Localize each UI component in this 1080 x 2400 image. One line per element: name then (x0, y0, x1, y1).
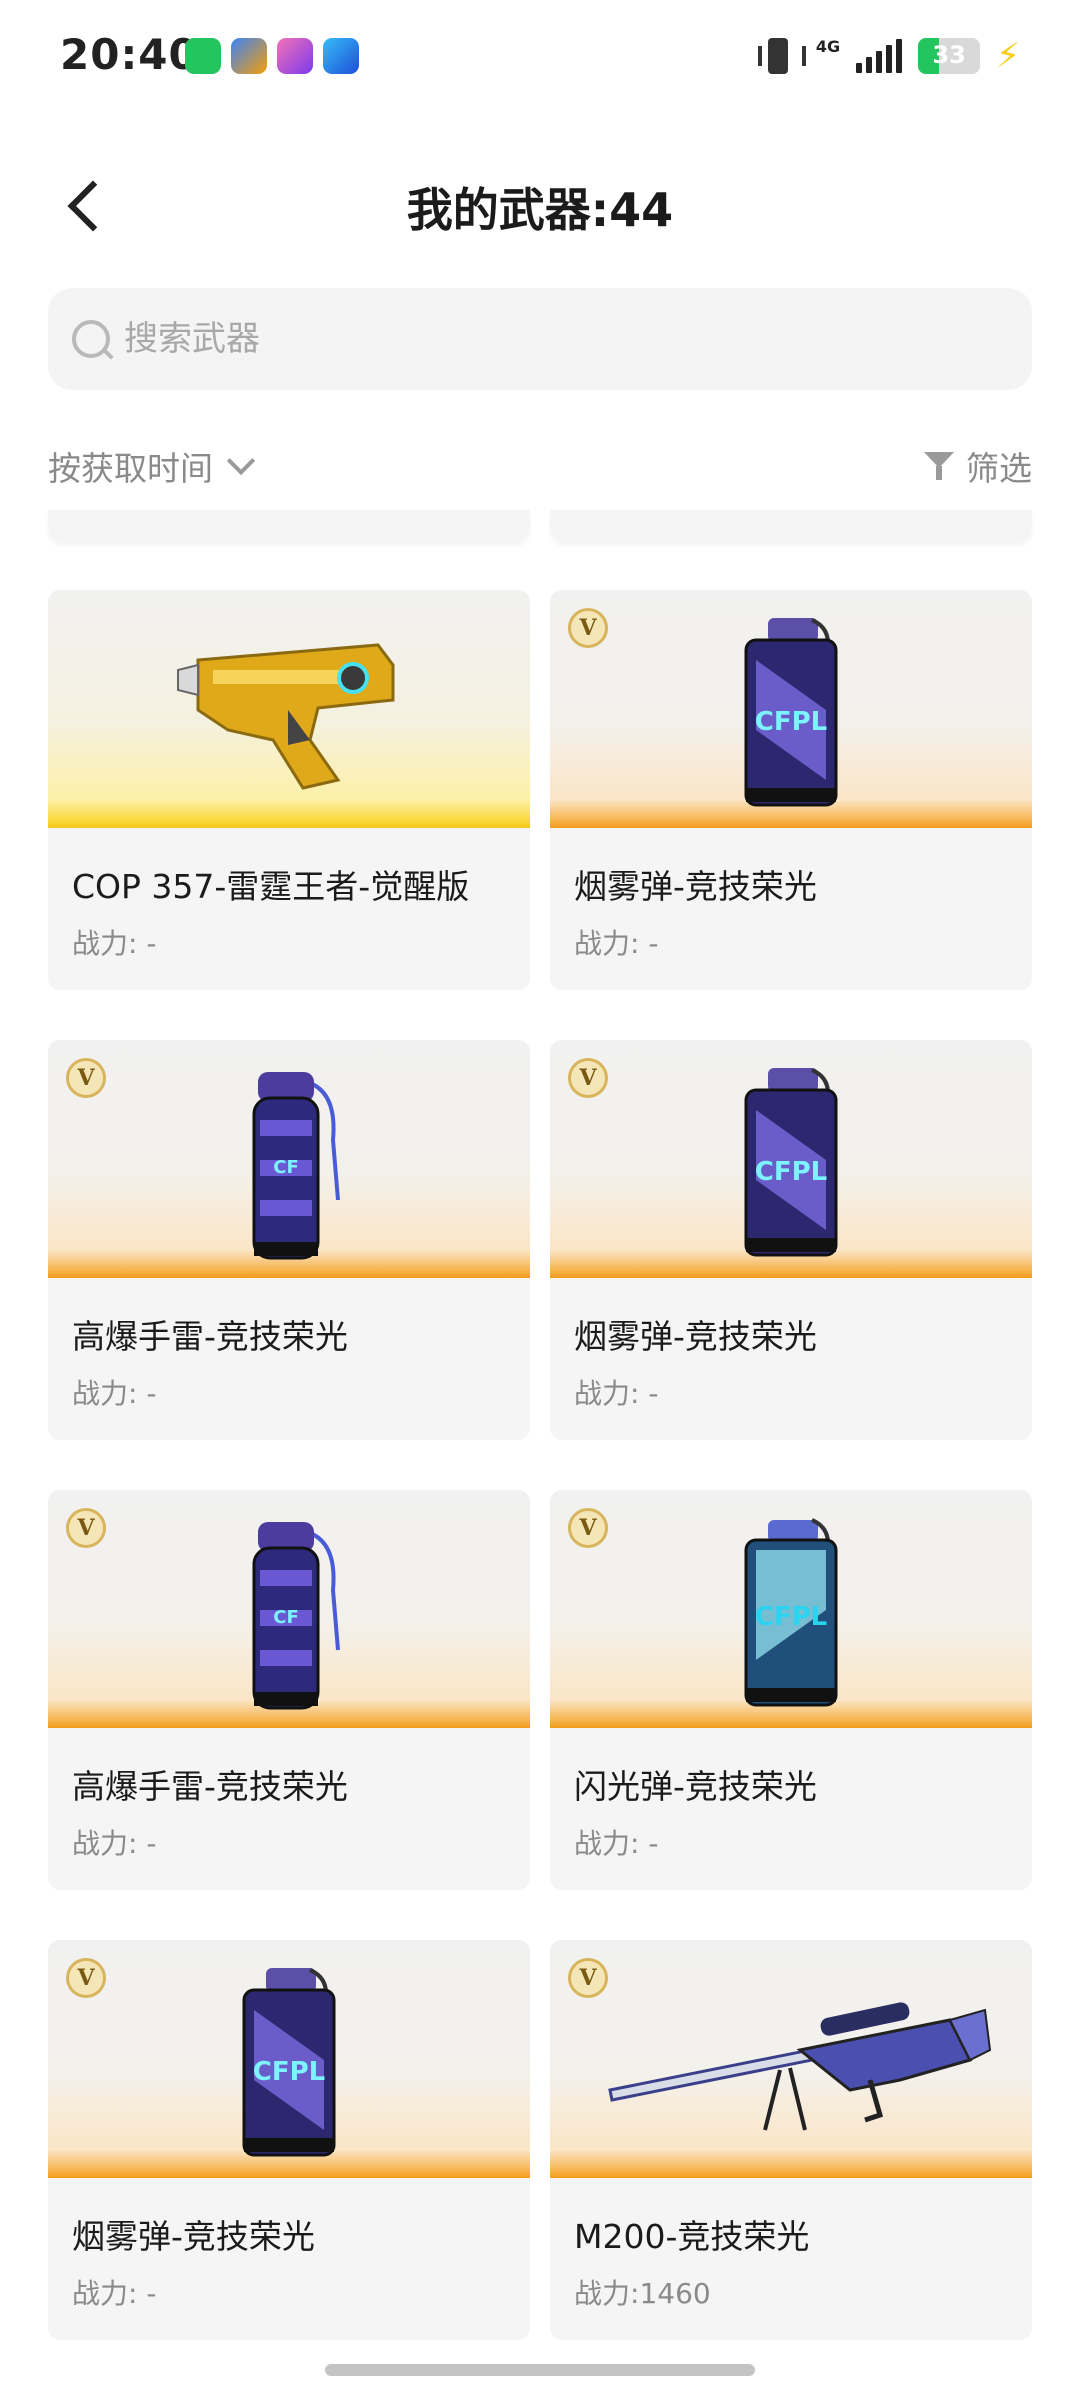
weapon-power: 战力: - (574, 927, 659, 960)
filter-icon (924, 450, 958, 482)
vip-badge-icon: V (568, 608, 608, 648)
game-app-icon (277, 38, 313, 74)
weapon-card[interactable]: CFPL V 闪光弹-竞技荣光 战力: - (550, 1490, 1032, 1890)
weapon-card[interactable]: CF V 高爆手雷-竞技荣光 战力: - (48, 1040, 530, 1440)
filter-button[interactable]: 筛选 (924, 440, 1032, 492)
pistol-gold-icon (177, 643, 395, 790)
vip-badge-icon: V (66, 1958, 106, 1998)
svg-text:CF: CF (273, 1157, 299, 1178)
weapon-power: 战力: - (72, 927, 157, 960)
weapon-card[interactable]: CFPL V 烟雾弹-竞技荣光 战力: - (550, 590, 1032, 990)
svg-text:CFPL: CFPL (253, 2057, 325, 2087)
system-status: 4G 33 ⚡ (756, 36, 1020, 76)
status-time: 20:40 (60, 30, 199, 79)
filter-label: 筛选 (966, 449, 1032, 488)
app-notification-icon (231, 38, 267, 74)
sniper-rifle-icon (608, 2002, 992, 2131)
battery-level: 33 (932, 41, 966, 69)
weapon-name: 高爆手雷-竞技荣光 (72, 1767, 348, 1806)
weapon-card-partial[interactable] (48, 510, 530, 542)
frag-grenade-icon: CF (252, 1522, 340, 1710)
weapon-power: 战力: - (72, 1377, 157, 1410)
battery-icon: 33 (918, 38, 981, 74)
weapon-image: CFPL V (550, 1040, 1032, 1278)
signal-icon (856, 39, 903, 73)
weapon-name: 烟雾弹-竞技荣光 (72, 2217, 315, 2256)
weapon-image (48, 590, 530, 828)
smoke-grenade-icon: CFPL (744, 618, 838, 807)
weapon-card[interactable]: COP 357-雷霆王者-觉醒版 战力: - (48, 590, 530, 990)
frag-grenade-icon: CF (252, 1072, 340, 1260)
weapon-card[interactable]: V M200-竞技荣光 战力:1460 (550, 1940, 1032, 2340)
wechat-icon (185, 38, 221, 74)
weapon-image: CF V (48, 1040, 530, 1278)
weapon-card-partial[interactable] (550, 510, 1032, 542)
svg-text:CFPL: CFPL (755, 1602, 827, 1632)
weapon-name: COP 357-雷霆王者-觉醒版 (72, 867, 470, 906)
weapon-name: 烟雾弹-竞技荣光 (574, 1317, 817, 1356)
weapon-power: 战力: - (72, 1827, 157, 1860)
svg-text:CFPL: CFPL (755, 707, 827, 737)
search-box[interactable] (48, 288, 1032, 390)
weapon-power: 战力: - (72, 2277, 157, 2310)
svg-text:CFPL: CFPL (755, 1157, 827, 1187)
weapon-image: CFPL V (550, 1490, 1032, 1728)
vip-badge-icon: V (568, 1058, 608, 1098)
weapon-name: 闪光弹-竞技荣光 (574, 1767, 817, 1806)
sort-label: 按获取时间 (48, 449, 213, 488)
header: 我的武器:44 (0, 150, 1080, 260)
search-icon (72, 320, 110, 358)
sort-dropdown[interactable]: 按获取时间 (48, 440, 256, 492)
page-title: 我的武器:44 (406, 183, 674, 237)
weapon-image: CF V (48, 1490, 530, 1728)
status-bar: 20:40 4G 33 ⚡ (0, 0, 1080, 110)
weapon-image: V (550, 1940, 1032, 2178)
weapon-power: 战力:1460 (574, 2277, 711, 2310)
chevron-down-icon (226, 446, 256, 476)
vip-badge-icon: V (66, 1508, 106, 1548)
messenger-icon (323, 38, 359, 74)
weapon-card[interactable]: CFPL V 烟雾弹-竞技荣光 战力: - (48, 1940, 530, 2340)
weapon-power: 战力: - (574, 1827, 659, 1860)
weapon-card[interactable]: CF V 高爆手雷-竞技荣光 战力: - (48, 1490, 530, 1890)
vibrate-icon (756, 36, 806, 76)
weapon-name: 烟雾弹-竞技荣光 (574, 867, 817, 906)
vip-badge-icon: V (66, 1058, 106, 1098)
vip-badge-icon: V (568, 1958, 608, 1998)
charging-icon: ⚡ (996, 36, 1020, 76)
home-indicator[interactable] (325, 2364, 755, 2376)
weapon-card[interactable]: CFPL V 烟雾弹-竞技荣光 战力: - (550, 1040, 1032, 1440)
smoke-grenade-icon: CFPL (744, 1068, 838, 1257)
weapon-power: 战力: - (574, 1377, 659, 1410)
svg-text:CF: CF (273, 1607, 299, 1628)
notification-icons (185, 38, 359, 74)
vip-badge-icon: V (568, 1508, 608, 1548)
smoke-grenade-icon: CFPL (242, 1968, 336, 2157)
network-type: 4G (815, 36, 841, 56)
flash-grenade-icon: CFPL (744, 1518, 838, 1707)
weapon-name: M200-竞技荣光 (574, 2217, 810, 2256)
weapon-name: 高爆手雷-竞技荣光 (72, 1317, 348, 1356)
search-input[interactable] (124, 288, 1004, 390)
weapon-image: CFPL V (48, 1940, 530, 2178)
weapon-image: CFPL V (550, 590, 1032, 828)
